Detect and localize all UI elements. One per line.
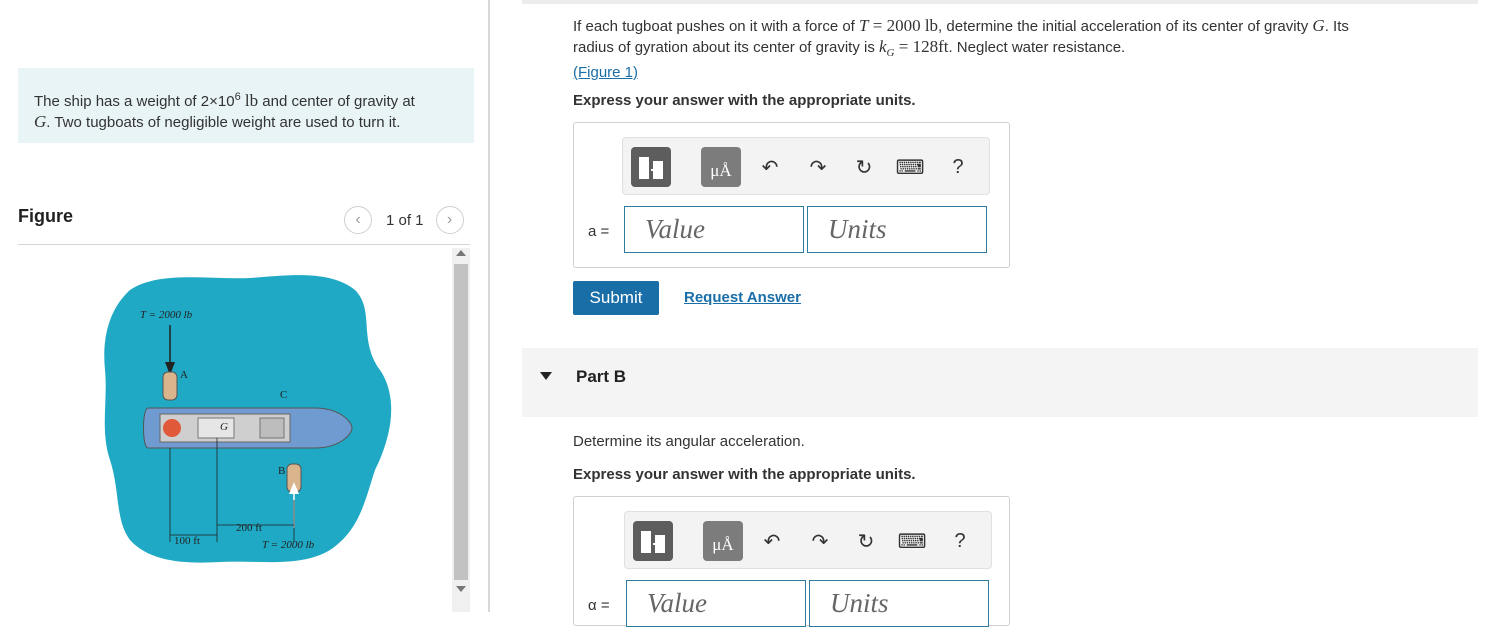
- question-text: If each tugboat pushes on it with a forc…: [573, 18, 860, 35]
- chevron-left-icon: ‹: [355, 211, 361, 228]
- bottom-force-label: T = 2000 lb: [262, 539, 315, 551]
- question-text-5: . Neglect water resistance.: [948, 39, 1126, 56]
- force-value: = 2000 lb: [868, 16, 939, 35]
- point-g-label: G: [220, 421, 228, 433]
- undo-icon-b[interactable]: ↶: [757, 527, 787, 555]
- figure-scrollbar[interactable]: [452, 248, 470, 612]
- intro-text-3: . Two tugboats of negligible weight are …: [46, 114, 401, 131]
- figure-divider: [18, 244, 470, 245]
- var-g: G: [1312, 16, 1325, 35]
- next-figure-button[interactable]: ›: [435, 206, 464, 234]
- dim-200-label: 200 ft: [236, 522, 262, 534]
- var-label-a: a =: [588, 223, 610, 240]
- question-line-2: radius of gyration about its center of g…: [573, 37, 1453, 63]
- ship-figure: T = 2000 lb A C G B 200 ft 100 ft T = 20…: [104, 275, 392, 563]
- value-input-a[interactable]: Value: [624, 206, 804, 253]
- figure-link[interactable]: (Figure 1): [573, 64, 638, 81]
- value-input-b[interactable]: Value: [626, 580, 806, 627]
- help-icon-b[interactable]: ?: [945, 527, 975, 555]
- reset-icon-b[interactable]: ↻: [851, 527, 881, 555]
- prev-figure-button[interactable]: ‹: [344, 206, 372, 234]
- units-symbol-button-b[interactable]: μÅ: [703, 521, 743, 561]
- question-text-4: radius of gyration about its center of g…: [573, 39, 879, 56]
- intro-text: The ship has a weight of 2×10: [34, 93, 235, 110]
- question-text-2: , determine the initial acceleration of …: [938, 18, 1313, 35]
- top-tugboat: [162, 371, 178, 401]
- templates-button-b[interactable]: [633, 521, 673, 561]
- answer-box-b: μÅ ↶ ↷ ↻ ⌨ ? α = Value Units: [573, 496, 1010, 627]
- pane-divider[interactable]: [488, 0, 490, 612]
- part-b-title: Part B: [576, 367, 627, 386]
- units-input-a[interactable]: Units: [807, 206, 987, 253]
- mu-a-icon: μÅ: [710, 161, 732, 180]
- ship-cabin: [197, 417, 235, 439]
- scroll-down-icon[interactable]: [456, 586, 466, 592]
- help-icon[interactable]: ?: [943, 153, 973, 181]
- intro-line-1: The ship has a weight of 2×106 lb and ce…: [34, 87, 458, 112]
- chevron-right-icon: ›: [446, 211, 453, 228]
- express-units-a: Express your answer with the appropriate…: [573, 92, 916, 109]
- point-b-label: B: [278, 465, 285, 477]
- dim-100-label: 100 ft: [174, 535, 200, 547]
- intro-unit: lb: [244, 91, 259, 110]
- ship-hold: [259, 417, 285, 439]
- templates-icon: [639, 157, 663, 179]
- problem-intro: The ship has a weight of 2×106 lb and ce…: [18, 68, 474, 143]
- keyboard-icon-b[interactable]: ⌨: [897, 527, 927, 555]
- redo-icon[interactable]: ↷: [803, 153, 833, 181]
- part-b-header[interactable]: Part B: [522, 348, 1478, 417]
- top-bar: [522, 0, 1478, 4]
- mu-a-icon-b: μÅ: [712, 535, 734, 554]
- keyboard-icon[interactable]: ⌨: [895, 153, 925, 181]
- part-a-question: If each tugboat pushes on it with a forc…: [573, 16, 1453, 83]
- request-answer-link[interactable]: Request Answer: [684, 289, 801, 306]
- top-force-label: T = 2000 lb: [140, 309, 193, 321]
- scroll-up-icon[interactable]: [456, 250, 466, 256]
- part-b-question: Determine its angular acceleration.: [573, 433, 805, 450]
- intro-text-2: and center of gravity at: [258, 93, 415, 110]
- var-k: k: [878, 37, 887, 56]
- answer-box-a: μÅ ↶ ↷ ↻ ⌨ ? a = Value Units: [573, 122, 1010, 268]
- intro-var-g: G: [34, 112, 47, 131]
- left-pane: The ship has a weight of 2×106 lb and ce…: [0, 0, 488, 612]
- units-symbol-button[interactable]: μÅ: [701, 147, 741, 187]
- point-c-label: C: [280, 389, 287, 401]
- redo-icon-b[interactable]: ↷: [805, 527, 835, 555]
- radius-value: = 128ft: [894, 37, 949, 56]
- intro-line-2: G. Two tugboats of negligible weight are…: [34, 112, 458, 133]
- figure-page-count: 1 of 1: [386, 211, 424, 229]
- submit-button[interactable]: Submit: [573, 281, 659, 315]
- express-units-b: Express your answer with the appropriate…: [573, 466, 916, 483]
- point-a-label: A: [180, 369, 188, 381]
- var-label-b: α =: [588, 597, 610, 614]
- undo-icon[interactable]: ↶: [755, 153, 785, 181]
- math-toolbar-a: μÅ ↶ ↷ ↻ ⌨ ?: [622, 137, 990, 195]
- reset-icon[interactable]: ↻: [849, 153, 879, 181]
- templates-button[interactable]: [631, 147, 671, 187]
- templates-icon-b: [641, 531, 665, 553]
- figure-pager: ‹ 1 of 1 ›: [344, 206, 464, 234]
- units-input-b[interactable]: Units: [809, 580, 989, 627]
- question-text-3: . Its: [1324, 18, 1349, 35]
- figure-heading: Figure: [18, 206, 74, 226]
- math-toolbar-b: μÅ ↶ ↷ ↻ ⌨ ?: [624, 511, 992, 569]
- question-line-1: If each tugboat pushes on it with a forc…: [573, 16, 1453, 37]
- scroll-thumb[interactable]: [454, 264, 468, 580]
- ship-funnel: [163, 419, 181, 437]
- collapse-triangle-icon[interactable]: [540, 372, 552, 380]
- intro-exponent: 6: [234, 91, 241, 103]
